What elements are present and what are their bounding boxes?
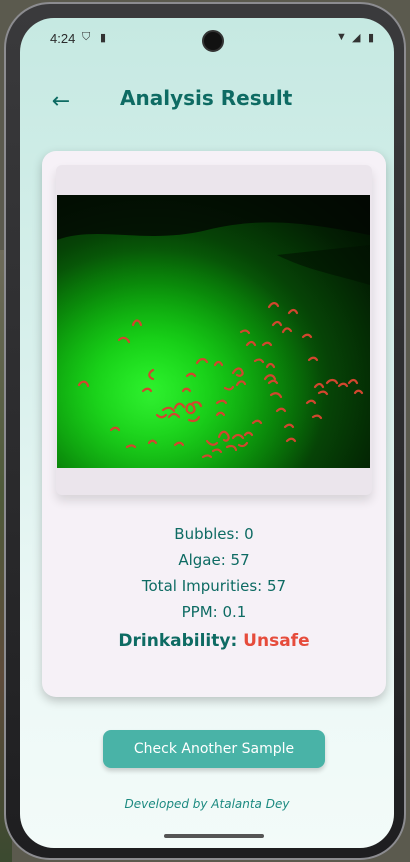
screen: 4:24 ⛉ ▮ ▼ ◢ ▮ ← Analysis Result Bubbles…	[20, 18, 394, 848]
ppm-value: PPM: 0.1	[181, 603, 247, 621]
battery-icon: ▮	[368, 32, 375, 44]
status-time: 4:24	[50, 31, 76, 46]
camera-cutout	[202, 30, 224, 52]
arrow-left-icon: ←	[51, 88, 71, 114]
results-section: Bubbles: 0 Algae: 57 Total Impurities: 5…	[42, 521, 386, 655]
drinkability-label: Drinkability:	[118, 631, 244, 651]
back-button[interactable]: ←	[46, 86, 76, 116]
result-card: Bubbles: 0 Algae: 57 Total Impurities: 5…	[42, 151, 386, 697]
page-title: Analysis Result	[120, 86, 293, 110]
algae-count: Algae: 57	[178, 551, 250, 569]
signal-icon: ◢	[352, 32, 361, 44]
bubbles-count: Bubbles: 0	[174, 525, 254, 543]
impurity-markers	[57, 195, 370, 468]
app-bar: ← Analysis Result	[20, 82, 394, 122]
footer-credit: Developed by Atalanta Dey	[124, 797, 290, 811]
drinkability-status: Drinkability: Unsafe	[42, 627, 386, 655]
shield-icon: ⛉	[82, 31, 91, 43]
image-frame	[56, 165, 372, 495]
check-another-sample-button[interactable]: Check Another Sample	[103, 730, 325, 768]
total-impurities-count: Total Impurities: 57	[141, 577, 287, 595]
sim-card-icon: ▮	[100, 32, 107, 44]
status-bar: 4:24 ⛉ ▮ ▼ ◢ ▮	[20, 18, 394, 62]
home-indicator[interactable]	[164, 834, 264, 838]
wifi-icon: ▼	[336, 31, 347, 43]
drinkability-value: Unsafe	[243, 631, 310, 651]
analyzed-sample-image	[57, 195, 370, 468]
phone-frame: 4:24 ⛉ ▮ ▼ ◢ ▮ ← Analysis Result Bubbles…	[4, 2, 406, 860]
